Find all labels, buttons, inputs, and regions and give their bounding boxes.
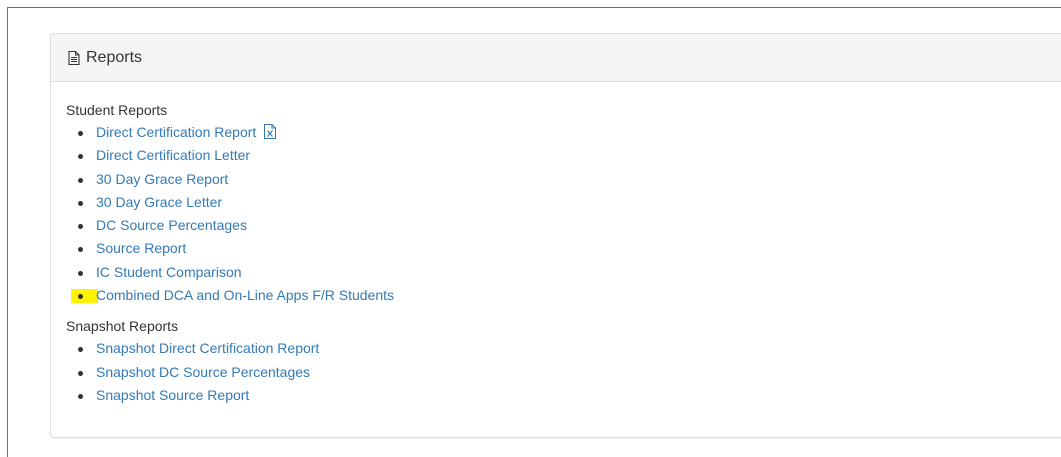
document-icon: [66, 50, 82, 66]
bullet: [78, 131, 83, 136]
30-day-grace-letter-link[interactable]: 30 Day Grace Letter: [96, 194, 222, 210]
direct-certification-letter-link[interactable]: Direct Certification Letter: [96, 147, 250, 163]
list-item: DC Source Percentages: [78, 214, 1055, 237]
list-item: Direct Certification Report: [78, 121, 1055, 144]
list-item: Snapshot Direct Certification Report: [78, 337, 1055, 360]
list-item: 30 Day Grace Report: [78, 168, 1055, 191]
panel-heading: Reports: [51, 34, 1061, 82]
bullet: [78, 154, 83, 160]
list-item: Snapshot DC Source Percentages: [78, 361, 1055, 384]
highlight-mark: [71, 289, 98, 304]
bullet: [78, 200, 83, 206]
section-title-student-reports: Student Reports: [66, 102, 168, 118]
bullet: [78, 370, 83, 376]
excel-file-icon[interactable]: [263, 123, 277, 139]
list-item: Source Report: [78, 237, 1055, 260]
list-item: IC Student Comparison: [78, 261, 1055, 284]
bullet: [78, 270, 83, 276]
snapshot-source-report-link[interactable]: Snapshot Source Report: [96, 387, 249, 403]
section-title-snapshot-reports: Snapshot Reports: [66, 318, 179, 335]
bullet: [78, 393, 83, 399]
dc-source-percentages-link[interactable]: DC Source Percentages: [96, 217, 247, 233]
bullet: [78, 224, 83, 230]
source-report-link[interactable]: Source Report: [96, 240, 186, 256]
snapshot-dc-source-percentages-link[interactable]: Snapshot DC Source Percentages: [96, 364, 310, 380]
list-item: Direct Certification Letter: [78, 144, 1055, 167]
bullet: [78, 177, 83, 183]
list-item: Combined DCA and On-Line Apps F/R Studen…: [71, 284, 1055, 307]
snapshot-direct-certification-report-link[interactable]: Snapshot Direct Certification Report: [96, 340, 319, 356]
list-item: Snapshot Source Report: [78, 384, 1055, 407]
direct-certification-report-link[interactable]: Direct Certification Report: [96, 124, 256, 140]
panel-title: Reports: [86, 48, 143, 66]
snapshot-reports-list: Snapshot Direct Certification Report Sna…: [66, 337, 1055, 407]
panel-body: Student Reports Direct Certification Rep…: [51, 82, 1061, 407]
bullet: [78, 247, 83, 253]
list-item: 30 Day Grace Letter: [78, 191, 1055, 214]
30-day-grace-report-link[interactable]: 30 Day Grace Report: [96, 171, 228, 187]
reports-panel: Reports Student Reports Direct Certifica…: [50, 33, 1061, 438]
ic-student-comparison-link[interactable]: IC Student Comparison: [96, 264, 242, 280]
bullet: [78, 347, 83, 353]
student-reports-list: Direct Certification Report Direct Certi…: [66, 121, 1055, 307]
combined-dca-online-apps-link[interactable]: Combined DCA and On-Line Apps F/R Studen…: [96, 287, 394, 303]
